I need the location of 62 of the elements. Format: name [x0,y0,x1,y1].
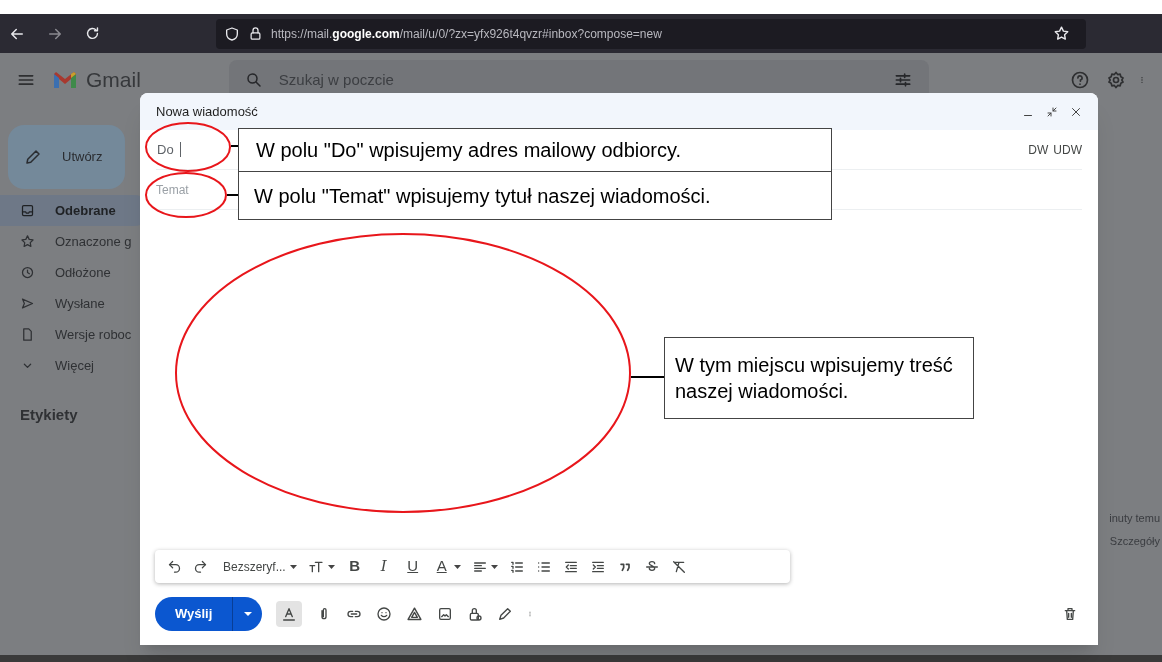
clear-formatting-icon[interactable] [670,558,687,575]
send-button[interactable]: Wyślij [155,597,233,631]
compose-title: Nowa wiadomość [156,102,258,121]
caret-icon [327,564,335,569]
format-button[interactable]: B [345,555,364,578]
pencil-icon[interactable] [24,148,42,166]
sidebar-item[interactable]: Odebrane [0,195,140,226]
inbox-icon[interactable] [20,203,35,218]
star-outline-icon[interactable] [1053,25,1070,42]
sidebar-item[interactable]: Oznaczone g [0,226,140,257]
caret-icon [243,612,252,616]
caret-icon [289,564,297,569]
formatting-options-button[interactable] [276,601,303,627]
address-bar[interactable]: https://mail.google.com/mail/u/0/?zx=yfx926t4qvzr#inbox?compose=new [216,18,1086,49]
search-icon[interactable] [244,71,263,89]
text-format-icon[interactable] [281,606,298,622]
format-button[interactable]: I [374,555,393,578]
undo-icon[interactable] [167,559,182,574]
shield-icon[interactable] [224,25,240,42]
triangle-icon[interactable] [406,605,424,623]
document-icon[interactable] [20,327,35,342]
callout-tooltip: W tym miejscu wpisujemy treść naszej wiadomości. [664,337,974,419]
font-select[interactable]: Bezszeryf... [223,557,297,576]
trash-icon[interactable] [1062,606,1078,622]
labels-heading: Etykiety [20,405,79,425]
format-button[interactable]: U [403,555,422,578]
sidebar-item[interactable]: Więcej [0,350,140,381]
send-icon[interactable] [20,296,35,311]
emoji-icon[interactable] [376,606,393,622]
star-icon[interactable] [20,234,35,249]
sidebar-item[interactable]: Wysłane [0,288,140,319]
gmail-logo-icon [52,70,78,90]
leader-line [226,194,240,196]
url-text: https://mail.google.com/mail/u/0/?zx=yfx926t4qvzr#inbox?compose=new [271,25,662,43]
close-icon[interactable] [1070,105,1082,118]
leader-line [630,376,665,378]
sidebar-item[interactable]: Odłożone [0,257,140,288]
callout-tooltip: W polu "Do" wpisujemy adres mailowy odbiorcy. [238,128,832,172]
redo-icon[interactable] [193,559,208,574]
reload-icon[interactable] [84,25,101,42]
background-text: Szczegóły [1109,533,1160,549]
format-button[interactable]: A [432,555,451,578]
to-field-label: Do [157,140,174,159]
caret-icon [453,564,461,569]
clock-icon[interactable] [20,265,35,280]
settings-icon[interactable] [1106,70,1126,90]
callout-tooltip: W polu "Temat" wpisujemy tytuł naszej wiadomości. [238,171,832,220]
lock-clock-icon[interactable] [467,606,484,622]
padlock-icon[interactable] [248,26,263,41]
text-cursor [179,142,181,157]
sidebar-item[interactable]: Wersje roboc [0,319,140,350]
image-icon[interactable] [437,606,454,622]
caret-icon [490,564,498,569]
app-name: Gmail [86,67,141,94]
exit-fullscreen-icon[interactable] [1046,105,1058,118]
compose-button[interactable]: Utwórz [8,125,125,189]
subject-placeholder: Temat [156,181,189,199]
cc-link[interactable]: UDW [1053,140,1082,159]
pen-icon[interactable] [497,606,514,622]
help-icon[interactable] [1070,70,1090,90]
cc-link[interactable]: DW [1028,140,1049,159]
background-text: inuty temu [1109,511,1160,526]
